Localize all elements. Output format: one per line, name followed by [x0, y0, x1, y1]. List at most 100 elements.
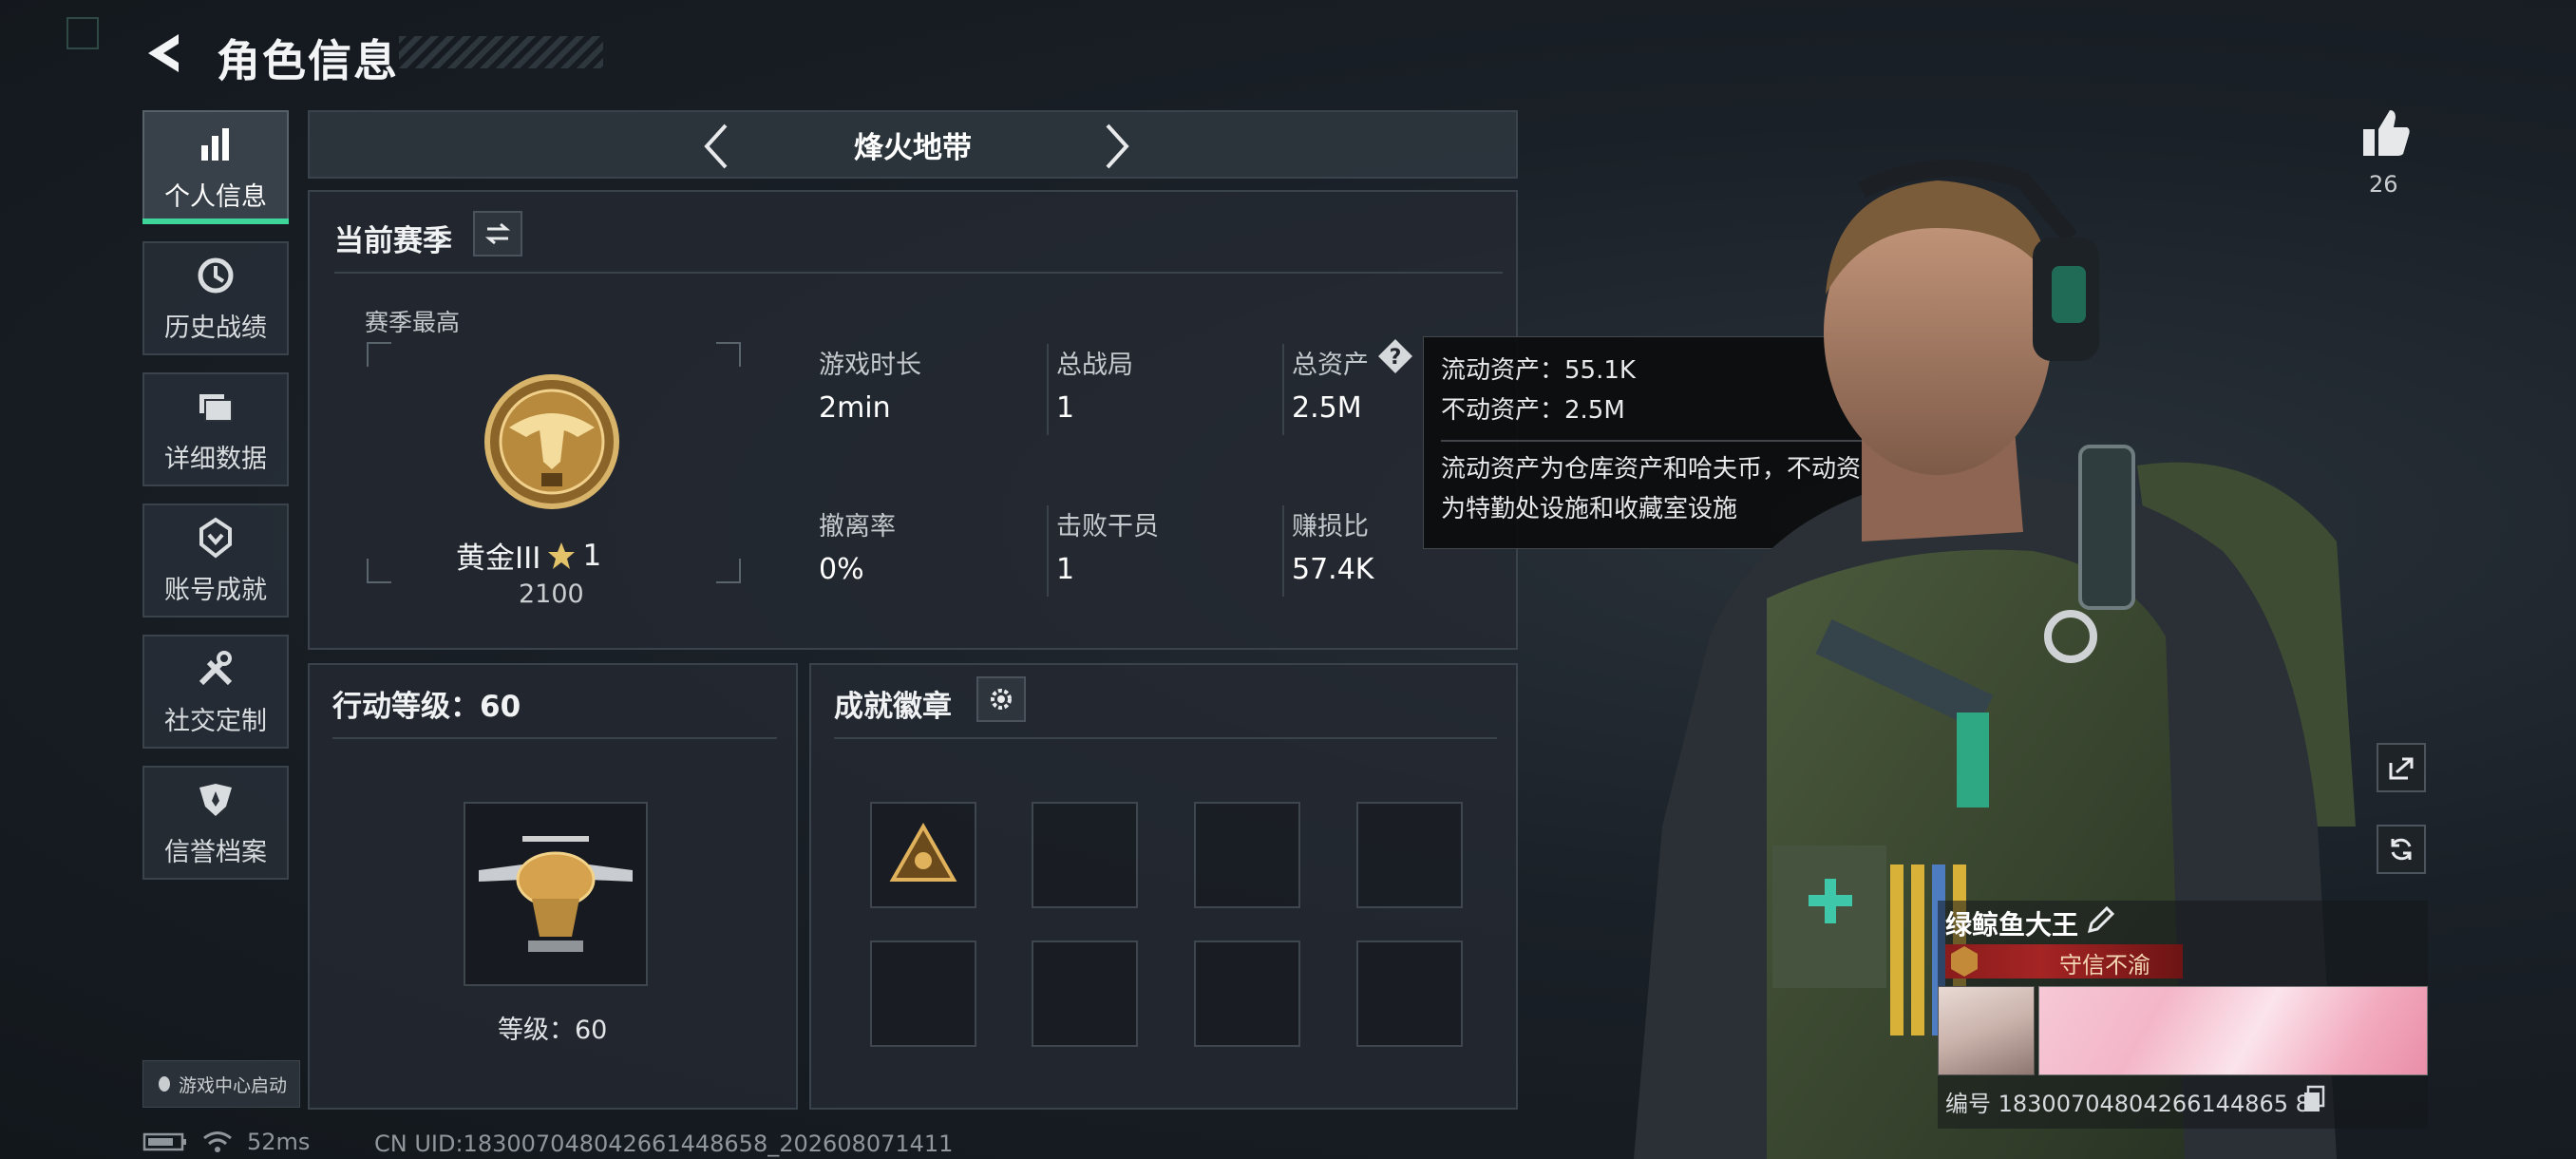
mode-title: 烽火地带: [854, 130, 972, 165]
triangle-eye-badge-icon: [889, 822, 957, 882]
status-bar: 52ms: [142, 1129, 310, 1155]
like-button[interactable]: [2358, 104, 2415, 162]
title-emblem-icon: [1951, 946, 1978, 977]
title-decoration: [399, 36, 603, 68]
action-level-title: 行动等级：60: [332, 690, 521, 724]
stat-value-extract-rate: 0%: [819, 553, 864, 586]
season-best-label: 赛季最高: [365, 309, 461, 336]
achievement-badges-panel: 成就徽章: [809, 663, 1518, 1110]
stat-label-extract-rate: 撤离率: [819, 512, 896, 542]
player-avatar[interactable]: [1938, 986, 2035, 1075]
badge-slot-8[interactable]: [1356, 940, 1463, 1047]
level-label: 等级：60: [498, 1016, 608, 1045]
stat-label-operators-defeated: 击败干员: [1056, 512, 1159, 542]
stat-value-playtime: 2min: [819, 391, 891, 425]
gear-icon: [991, 689, 1012, 710]
stat-value-profit-loss: 57.4K: [1292, 553, 1374, 586]
share-button[interactable]: [2377, 743, 2426, 792]
section-divider: [332, 737, 777, 739]
rank-score: 2100: [519, 580, 584, 609]
player-banner: [2038, 986, 2428, 1075]
badge-slot-3[interactable]: [1194, 802, 1300, 908]
section-divider: [334, 272, 1503, 274]
rank-stars: 1: [582, 538, 602, 573]
sidebar-item-detailed-data[interactable]: 详细数据: [142, 372, 289, 486]
sidebar-item-label: 历史战绩: [164, 313, 267, 343]
sidebar-item-achievements[interactable]: 账号成就: [142, 504, 289, 618]
switch-season-button[interactable]: [473, 211, 522, 256]
wifi-icon: [203, 1131, 232, 1152]
bar-chart-icon: [201, 127, 229, 161]
badge-slot-5[interactable]: [870, 940, 976, 1047]
back-button[interactable]: [141, 28, 188, 78]
sidebar-item-label: 社交定制: [164, 706, 267, 736]
sidebar-item-history[interactable]: 历史战绩: [142, 241, 289, 355]
back-arrow-icon: [148, 34, 179, 72]
stat-value-operators-defeated: 1: [1056, 553, 1075, 586]
badge-slot-7[interactable]: [1194, 940, 1300, 1047]
thumbs-up-icon: [2363, 110, 2410, 156]
gold-rank-badge-icon: [484, 374, 619, 509]
season-title: 当前赛季: [334, 224, 452, 258]
history-clock-icon: [198, 257, 234, 293]
question-mark-icon: ?: [1378, 339, 1412, 373]
badge-settings-button[interactable]: [976, 676, 1026, 722]
asset-help-button[interactable]: ?: [1377, 338, 1413, 374]
stat-value-total-assets: 2.5M: [1292, 391, 1362, 425]
badge-slot-6[interactable]: [1032, 940, 1138, 1047]
action-level-panel: 行动等级：60 等级：60: [308, 663, 798, 1110]
shield-star-icon: [199, 783, 232, 816]
chevron-left-icon[interactable]: [697, 122, 735, 171]
stat-label-total-assets: 总资产: [1292, 351, 1369, 380]
badge-slot-1[interactable]: [870, 802, 976, 908]
stat-divider: [1282, 344, 1284, 435]
edit-name-button[interactable]: [2084, 904, 2116, 937]
sidebar-item-credit-record[interactable]: 信誉档案: [142, 766, 289, 880]
pencil-icon: [2087, 905, 2115, 934]
stat-divider: [1282, 505, 1284, 597]
stat-label-playtime: 游戏时长: [819, 351, 921, 380]
sidebar-item-label: 信誉档案: [164, 837, 267, 867]
share-icon: [2389, 757, 2414, 780]
rotate-model-button[interactable]: [2377, 825, 2426, 874]
sidebar-item-personal-info[interactable]: 个人信息: [142, 110, 289, 224]
badges-title: 成就徽章: [834, 690, 952, 724]
season-panel: 当前赛季 赛季最高 黄金III 1 2100 游戏时长 2min 总战局 1 总…: [308, 190, 1518, 650]
sidebar-item-social-custom[interactable]: 社交定制: [142, 635, 289, 749]
ping-value: 52ms: [247, 1129, 311, 1155]
stat-divider: [1047, 344, 1049, 435]
qq-penguin-icon: [158, 1076, 170, 1092]
level-badge-frame: [464, 802, 648, 986]
achievement-emblem-icon: [199, 517, 232, 559]
sidebar-item-label: 个人信息: [164, 181, 267, 212]
uid-text: CN UID:183007048042661448658_20260807141…: [374, 1130, 954, 1157]
refresh-icon: [2391, 838, 2412, 861]
section-divider: [834, 737, 1497, 739]
game-center-launch-button[interactable]: 游戏中心启动: [142, 1060, 300, 1108]
copy-icon[interactable]: [2302, 1085, 2325, 1113]
swap-arrows-icon: [484, 222, 511, 245]
page-title: 角色信息: [217, 35, 399, 86]
badge-slot-4[interactable]: [1356, 802, 1463, 908]
rank-name: 黄金III: [456, 542, 541, 576]
launch-label: 游戏中心启动: [178, 1074, 287, 1096]
stat-divider: [1047, 505, 1049, 597]
corner-mark: [66, 17, 99, 49]
like-count: 26: [2369, 171, 2398, 198]
sidebar-item-label: 详细数据: [164, 444, 267, 474]
player-name: 绿鲸鱼大王: [1945, 909, 2079, 940]
rank-name-row: 黄金III 1: [456, 534, 601, 577]
mode-selector: 烽火地带: [308, 110, 1518, 179]
active-indicator: [142, 218, 289, 224]
player-title: 守信不渝: [2059, 952, 2150, 978]
stat-label-profit-loss: 赚损比: [1292, 512, 1369, 542]
battery-icon: [142, 1132, 186, 1151]
folder-stack-icon: [199, 393, 233, 422]
chevron-right-icon[interactable]: [1098, 122, 1136, 171]
sidebar-item-label: 账号成就: [164, 575, 267, 605]
player-id: 编号 18300704804266144865 8: [1945, 1091, 2310, 1117]
svg-text:?: ?: [1390, 346, 1402, 370]
star-icon: [548, 542, 576, 569]
helicopter-emblem-icon: [479, 836, 633, 952]
badge-slot-2[interactable]: [1032, 802, 1138, 908]
